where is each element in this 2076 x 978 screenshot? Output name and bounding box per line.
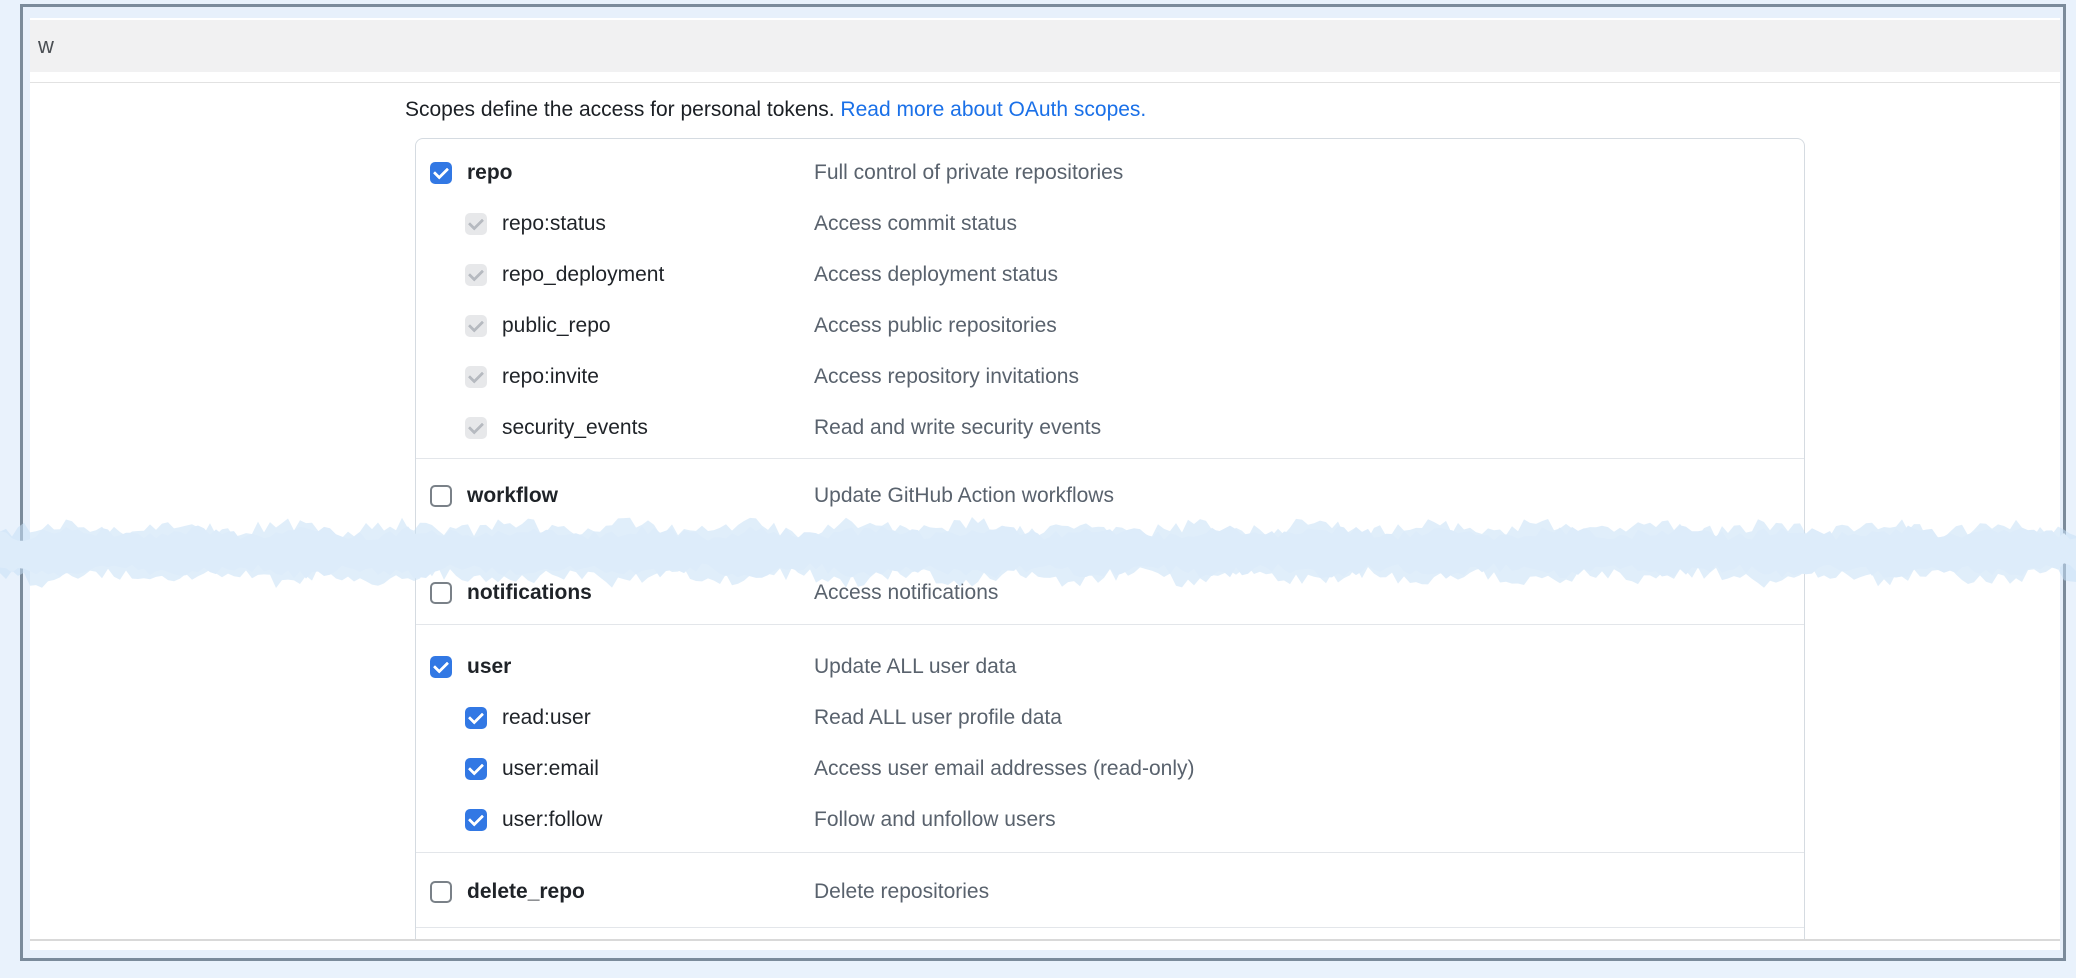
scope-row-repo_deployment: repo_deployment Access deployment status	[416, 249, 1804, 300]
scope-label: user:follow	[502, 808, 602, 832]
repo:status-checkbox	[465, 213, 487, 235]
user-checkbox[interactable]	[430, 656, 452, 678]
scope-description: Read and write security events	[814, 416, 1101, 440]
scopes-intro: Scopes define the access for personal to…	[405, 98, 1146, 122]
scope-group-user: user Update ALL user data read:user Read AL…	[416, 625, 1804, 852]
scope-description: Access commit status	[814, 212, 1017, 236]
repo-checkbox[interactable]	[430, 162, 452, 184]
delete_repo-checkbox[interactable]	[430, 881, 452, 903]
scope-description: Access notifications	[814, 581, 998, 605]
scope-group-delete_repo: delete_repo Delete repositories	[416, 853, 1804, 927]
scope-label: repo	[467, 161, 513, 185]
scope-description: Follow and unfollow users	[814, 808, 1056, 832]
user:follow-checkbox[interactable]	[465, 809, 487, 831]
scope-description: Delete repositories	[814, 880, 989, 904]
scope-description: Update GitHub Action workflows	[814, 484, 1114, 508]
notifications-checkbox[interactable]	[430, 582, 452, 604]
screenshot-frame: w Scopes define the access for personal …	[20, 4, 2066, 961]
scope-group-repo: repo Full control of private repositories…	[416, 139, 1804, 458]
scope-row-repo: repo Full control of private repositories	[416, 147, 1804, 198]
scope-group-workflow: workflow Update GitHub Action workflows	[416, 459, 1804, 521]
user:email-checkbox[interactable]	[465, 758, 487, 780]
public_repo-checkbox	[465, 315, 487, 337]
scope-row-user: user Update ALL user data	[416, 641, 1804, 692]
scope-description: Read ALL user profile data	[814, 706, 1062, 730]
scope-description: Update ALL user data	[814, 655, 1016, 679]
scope-label: repo:status	[502, 212, 606, 236]
scope-description: Access deployment status	[814, 263, 1058, 287]
read:user-checkbox[interactable]	[465, 707, 487, 729]
scope-row-workflow: workflow Update GitHub Action workflows	[416, 470, 1804, 521]
torn-gap-spacer	[416, 521, 1804, 567]
scope-label: read:user	[502, 706, 591, 730]
scope-row-user:email: user:email Access user email addresses (r…	[416, 743, 1804, 794]
scope-row-read:user: read:user Read ALL user profile data	[416, 692, 1804, 743]
workflow-checkbox[interactable]	[430, 485, 452, 507]
scope-description: Access repository invitations	[814, 365, 1079, 389]
scope-row-security_events: security_events Read and write security e…	[416, 402, 1804, 453]
scope-row-repo:invite: repo:invite Access repository invitations	[416, 351, 1804, 402]
note-input-value: w	[38, 33, 54, 59]
scope-label: repo:invite	[502, 365, 599, 389]
note-input[interactable]: w	[30, 20, 2060, 72]
scope-description: Full control of private repositories	[814, 161, 1123, 185]
group-divider	[416, 927, 1804, 928]
scopes-box: repo Full control of private repositories…	[415, 138, 1805, 939]
scope-label: user	[467, 655, 511, 679]
scope-label: delete_repo	[467, 880, 585, 904]
security_events-checkbox	[465, 417, 487, 439]
oauth-scopes-link[interactable]: Read more about OAuth scopes.	[840, 98, 1146, 121]
repo_deployment-checkbox	[465, 264, 487, 286]
scope-description: Access user email addresses (read-only)	[814, 757, 1194, 781]
scope-row-user:follow: user:follow Follow and unfollow users	[416, 794, 1804, 845]
scopes-intro-text: Scopes define the access for personal to…	[405, 98, 840, 121]
scope-label: notifications	[467, 581, 592, 605]
page: w Scopes define the access for personal …	[30, 18, 2060, 950]
scope-row-notifications: notifications Access notifications	[416, 567, 1804, 618]
scope-label: workflow	[467, 484, 558, 508]
scope-row-delete_repo: delete_repo Delete repositories	[416, 866, 1804, 917]
scope-label: repo_deployment	[502, 263, 664, 287]
scope-group-notifications: notifications Access notifications	[416, 567, 1804, 624]
scope-row-repo:status: repo:status Access commit status	[416, 198, 1804, 249]
scope-row-public_repo: public_repo Access public repositories	[416, 300, 1804, 351]
bottom-cut-line	[30, 939, 2060, 941]
repo:invite-checkbox	[465, 366, 487, 388]
topbar-divider	[30, 82, 2060, 83]
scope-label: user:email	[502, 757, 599, 781]
scope-label: public_repo	[502, 314, 611, 338]
scope-label: security_events	[502, 416, 648, 440]
scope-description: Access public repositories	[814, 314, 1057, 338]
